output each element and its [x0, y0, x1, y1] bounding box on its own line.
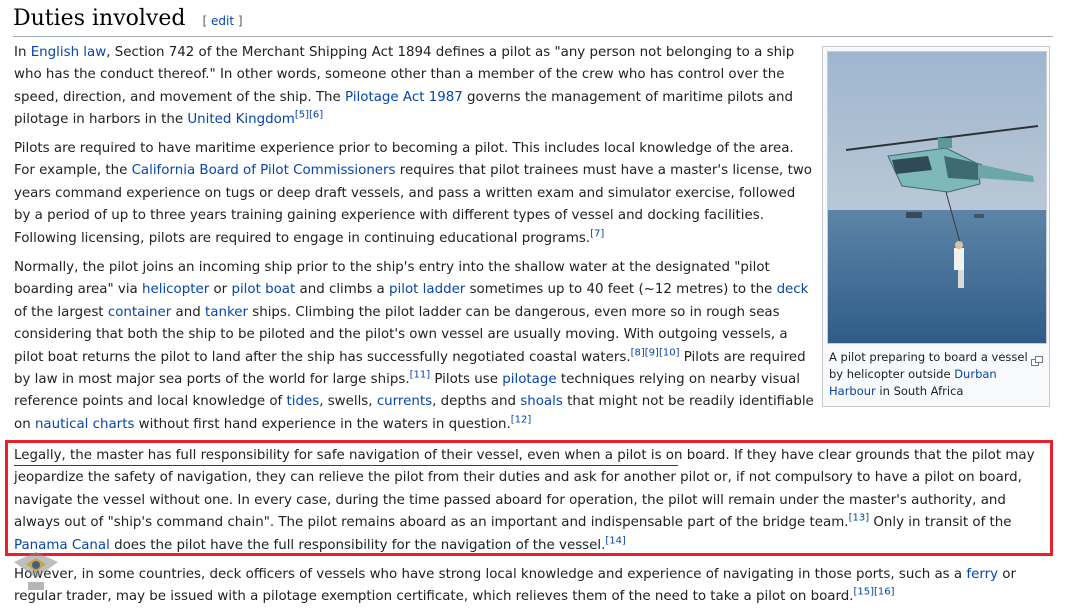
helicopter-photo[interactable] — [827, 51, 1047, 344]
watermark-logo — [6, 548, 72, 606]
link-deck[interactable]: deck — [777, 282, 809, 297]
link-tides[interactable]: tides — [287, 394, 320, 409]
link-california-board[interactable]: California Board of Pilot Commissioners — [132, 163, 396, 178]
link-container[interactable]: container — [108, 305, 171, 320]
ref-7[interactable]: [7] — [590, 228, 604, 239]
thumbnail-figure: A pilot preparing to board a vessel by h… — [822, 46, 1050, 407]
link-nautical-charts[interactable]: nautical charts — [35, 417, 134, 432]
link-ferry[interactable]: ferry — [966, 567, 998, 582]
paragraph-exemption: However, in some countries, deck officer… — [14, 567, 1017, 605]
paragraph-boarding: Normally, the pilot joins an incoming sh… — [14, 260, 814, 432]
ref-11[interactable]: [11] — [410, 370, 431, 381]
link-currents[interactable]: currents — [377, 394, 432, 409]
section-heading: Duties involved [ edit ] — [13, 6, 1053, 37]
ref-5[interactable]: [5] — [295, 110, 309, 121]
ref-9[interactable]: [9] — [645, 347, 659, 358]
paragraph-english-law: In English law, Section 742 of the Merch… — [14, 45, 795, 128]
link-pilot-ladder[interactable]: pilot ladder — [389, 282, 465, 297]
link-pilotage[interactable]: pilotage — [502, 372, 556, 387]
ref-15[interactable]: [15] — [854, 587, 875, 598]
link-english-law[interactable]: English law — [31, 45, 107, 60]
link-pilot-boat[interactable]: pilot boat — [231, 282, 295, 297]
ref-12[interactable]: [12] — [511, 414, 532, 425]
link-tanker[interactable]: tanker — [205, 305, 248, 320]
section-title: Duties involved — [13, 6, 186, 31]
ref-10[interactable]: [10] — [659, 347, 680, 358]
ref-16[interactable]: [16] — [874, 587, 895, 598]
thumbnail-caption: A pilot preparing to board a vessel by h… — [829, 350, 1028, 398]
link-united-kingdom[interactable]: United Kingdom — [187, 112, 294, 127]
helicopter-photo-svg — [828, 52, 1046, 343]
ref-6[interactable]: [6] — [309, 110, 323, 121]
link-pilotage-act[interactable]: Pilotage Act 1987 — [345, 90, 463, 105]
highlight-box — [5, 440, 1053, 556]
edit-link[interactable]: edit — [211, 14, 234, 28]
highlight-underline — [14, 465, 678, 466]
link-shoals[interactable]: shoals — [520, 394, 563, 409]
paragraph-experience: Pilots are required to have maritime exp… — [14, 141, 812, 246]
ref-8[interactable]: [8] — [631, 347, 645, 358]
link-helicopter[interactable]: helicopter — [142, 282, 209, 297]
edit-section: [ edit ] — [202, 14, 243, 28]
